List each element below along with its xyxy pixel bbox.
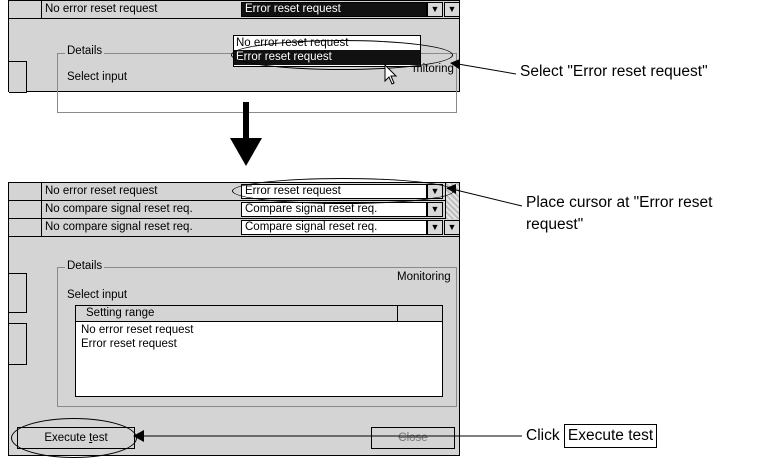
select-input-label: Select input (67, 71, 128, 83)
top-setting-row[interactable]: No error reset request Error reset reque… (9, 1, 460, 19)
list-header: Setting range (76, 306, 442, 322)
row-indicator (9, 219, 41, 236)
column-header[interactable]: Setting range (76, 306, 398, 321)
setting-range-list: Setting range No error reset request Err… (75, 305, 443, 397)
current-value-cell: No compare signal reset req. (41, 201, 245, 218)
row-indicator (9, 183, 41, 200)
side-button[interactable] (9, 323, 27, 365)
row-indicator (9, 201, 41, 218)
highlight-ellipse (232, 178, 454, 204)
list-item[interactable]: Error reset request (81, 337, 177, 351)
setting-combo[interactable]: Error reset request (241, 2, 427, 17)
callout-place-cursor: Place cursor at "Error reset request" (526, 192, 712, 236)
current-value-cell: No error reset request (41, 183, 245, 200)
bottom-settings-panel: No error reset request Error reset reque… (8, 182, 460, 456)
current-value-cell: No compare signal reset req. (41, 219, 245, 236)
callout-click: Click Execute test (526, 424, 658, 448)
highlight-ellipse (231, 40, 453, 70)
chevron-down-icon: ▼ (447, 4, 457, 14)
callout-select: Select "Error reset request" (520, 63, 708, 80)
combo-dropdown-button[interactable]: ▼ (427, 220, 443, 235)
chevron-down-icon: ▼ (447, 222, 457, 232)
side-button[interactable] (9, 61, 27, 93)
details-label: Details (65, 45, 105, 57)
scroll-down-button[interactable]: ▼ (444, 220, 460, 235)
callout-click-prefix: Click (526, 427, 560, 444)
scroll-down-button[interactable]: ▼ (444, 2, 460, 17)
callout-click-boxed: Execute test (563, 424, 658, 448)
callout-place-line2: request" (526, 216, 584, 233)
details-label: Details (65, 260, 105, 272)
highlight-ellipse (11, 418, 137, 458)
row-indicator (9, 1, 41, 18)
combo-dropdown-button[interactable]: ▼ (427, 2, 443, 17)
setting-row[interactable]: No compare signal reset req. Compare sig… (9, 201, 459, 219)
list-item[interactable]: No error reset request (81, 323, 194, 337)
monitoring-label: Monitoring (397, 271, 451, 283)
chevron-down-icon: ▼ (430, 4, 440, 14)
setting-combo[interactable]: Compare signal reset req. (241, 220, 427, 235)
setting-row[interactable]: No compare signal reset req. Compare sig… (9, 219, 460, 237)
chevron-down-icon: ▼ (430, 204, 440, 214)
callout-arrow (446, 184, 523, 207)
select-input-label: Select input (67, 289, 128, 301)
callout-arrow (133, 430, 522, 442)
callout-place-line1: Place cursor at "Error reset (526, 194, 713, 211)
side-button[interactable] (9, 273, 27, 313)
setting-combo[interactable]: Compare signal reset req. (241, 202, 427, 217)
down-arrow-icon (230, 102, 262, 166)
combo-dropdown-button[interactable]: ▼ (427, 202, 443, 217)
callout-arrow (450, 59, 517, 75)
chevron-down-icon: ▼ (430, 222, 440, 232)
current-value-cell: No error reset request (41, 1, 245, 18)
mouse-cursor-icon (384, 64, 398, 85)
